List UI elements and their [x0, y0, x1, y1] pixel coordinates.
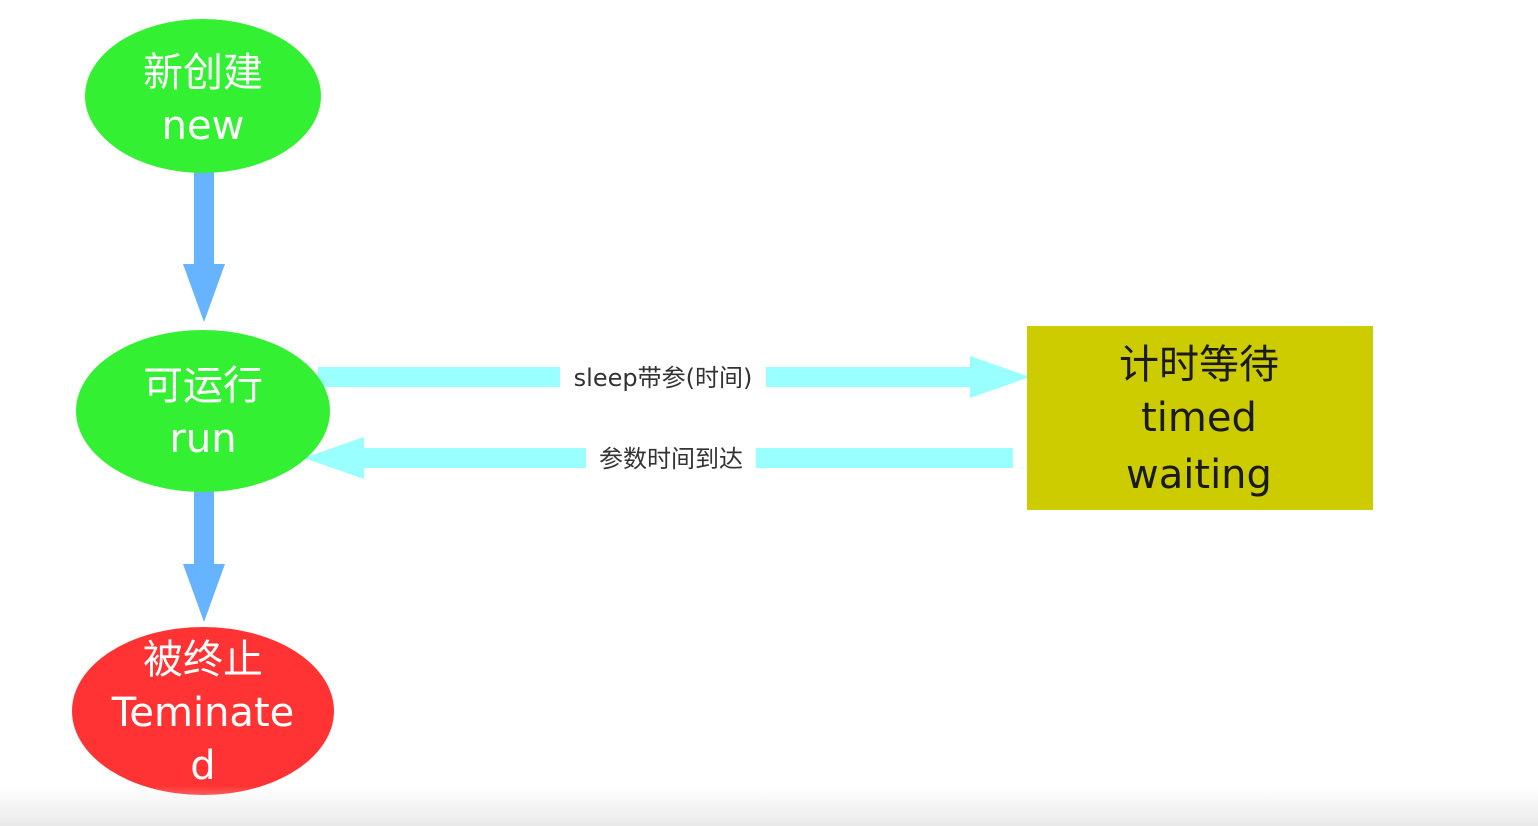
state-timed-waiting-label-en-1: timed: [1141, 395, 1257, 441]
diagram-canvas: sleep带参(时间) 参数时间到达 新创建 new 可运行 run 被终止 T…: [0, 0, 1538, 826]
arrow-run-to-terminated: [183, 490, 225, 622]
bottom-shadow: [0, 786, 1538, 826]
state-run-label-cn: 可运行: [143, 363, 263, 409]
edge-label-time-reached-text: 参数时间到达: [599, 445, 743, 473]
arrow-new-to-run: [183, 170, 225, 322]
state-new-label-cn: 新创建: [143, 50, 263, 96]
state-node-new[interactable]: 新创建 new: [85, 19, 321, 173]
state-node-run[interactable]: 可运行 run: [76, 330, 330, 492]
state-terminated-label-en-tail: d: [190, 743, 215, 789]
state-terminated-label-cn: 被终止: [143, 637, 263, 683]
state-timed-waiting-label-cn: 计时等待: [1119, 342, 1279, 388]
state-run-label-en: run: [169, 416, 236, 462]
edge-label-time-reached: 参数时间到达: [586, 443, 756, 473]
edge-label-sleep-text: sleep带参(时间): [574, 364, 753, 392]
state-new-label-en: new: [162, 103, 245, 149]
state-terminated-label-en: Teminate: [111, 690, 294, 736]
state-node-terminated[interactable]: 被终止 Teminate d: [72, 627, 334, 795]
state-timed-waiting-label-en-2: waiting: [1126, 452, 1272, 498]
state-node-timed-waiting[interactable]: 计时等待 timed waiting: [1027, 326, 1373, 510]
edge-label-sleep: sleep带参(时间): [560, 362, 766, 392]
thread-state-diagram: sleep带参(时间) 参数时间到达 新创建 new 可运行 run 被终止 T…: [72, 19, 1373, 795]
